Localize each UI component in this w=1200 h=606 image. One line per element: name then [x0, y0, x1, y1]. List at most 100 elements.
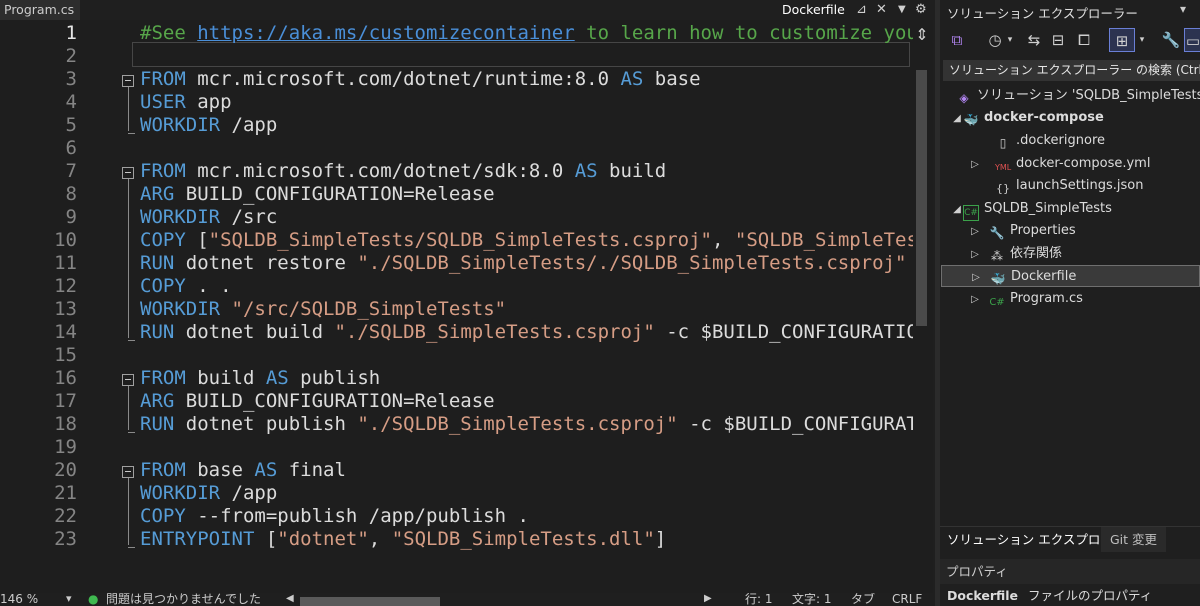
code-keyword: USER [140, 91, 186, 113]
code-text: build [185, 367, 266, 389]
collapsed-arrow-icon[interactable]: ▷ [970, 267, 982, 289]
fold-toggle-icon[interactable] [122, 167, 134, 179]
code-line: WORKDIR /app [140, 482, 277, 504]
chevron-down-icon[interactable]: ▾ [66, 593, 72, 606]
switch-view-icon[interactable]: ⧉ [946, 28, 968, 52]
code-line: USER app [140, 91, 232, 113]
close-icon[interactable]: ✕ [876, 0, 887, 20]
tab-program-cs[interactable]: Program.cs [0, 0, 81, 20]
code-text: ] [654, 528, 667, 550]
tree-label: Program.cs [1010, 291, 1083, 306]
fold-toggle-icon[interactable] [122, 466, 134, 478]
show-all-files-icon[interactable]: ⧠ [1073, 28, 1095, 52]
collapse-all-icon[interactable]: ⊟ [1047, 28, 1069, 52]
properties-item: Dockerfile [947, 588, 1019, 603]
tree-docker-compose[interactable]: ◢ 🐳 docker-compose [951, 107, 1104, 129]
scroll-right-icon[interactable]: ▶ [704, 593, 712, 606]
scroll-left-icon[interactable]: ◀ [286, 593, 294, 606]
code-text: [ [254, 528, 278, 550]
comment-link[interactable]: https://aka.ms/customizecontainer [197, 22, 575, 44]
tree-project[interactable]: ◢ C# SQLDB_SimpleTests [951, 198, 1112, 221]
code-keyword: COPY [140, 275, 186, 297]
chevron-down-icon[interactable]: ▾ [1136, 28, 1148, 52]
expanded-arrow-icon[interactable]: ◢ [951, 108, 963, 130]
issues-status[interactable]: 問題は見つかりませんでした [106, 593, 261, 606]
csharp-file-icon: C# [989, 297, 1005, 308]
code-keyword: FROM [140, 160, 186, 182]
code-line: WORKDIR "/src/SQLDB_SimpleTests" [140, 298, 506, 320]
solution-explorer-title: ソリューション エクスプローラー [947, 6, 1138, 21]
tree-label: Properties [1010, 223, 1076, 238]
tree-program-cs[interactable]: ▷ C# Program.cs [969, 288, 1083, 310]
eol-indicator[interactable]: CRLF [892, 593, 922, 606]
code-keyword: WORKDIR [140, 114, 221, 136]
line-number: 20 [54, 459, 77, 481]
properties-object[interactable]: Dockerfile ファイルのプロパティ [940, 585, 1200, 606]
tree-launchsettings[interactable]: {} launchSettings.json [995, 175, 1143, 197]
expanded-arrow-icon[interactable]: ◢ [951, 199, 963, 221]
code-text: -c $BUILD_CONFIGURATION [689, 413, 913, 435]
check-circle-icon: ● [88, 593, 99, 606]
column-indicator[interactable]: 文字: 1 [792, 593, 832, 606]
code-text: --from=publish /app/publish . [185, 505, 529, 527]
solution-icon: ◈ [959, 91, 969, 105]
comment-prefix: #See [140, 22, 198, 44]
tree-properties[interactable]: ▷ 🔧 Properties [969, 220, 1076, 242]
solution-search-input[interactable]: ソリューション エクスプローラー の検索 (Ctrl+;) [943, 60, 1200, 81]
chevron-down-icon[interactable]: ▼ [898, 0, 906, 20]
zoom-level[interactable]: 146 % [0, 593, 38, 606]
chevron-down-icon[interactable]: ▾ [1180, 2, 1186, 16]
code-line: WORKDIR /app [140, 114, 277, 136]
fold-toggle-icon[interactable] [122, 75, 134, 87]
code-editor[interactable]: 1 2 3 4 5 6 7 8 9 10 11 12 13 14 15 16 17 18 19 20 21 22 23 #S… [0, 20, 913, 593]
json-file-icon: {} [996, 182, 1010, 195]
line-number: 11 [54, 252, 77, 274]
code-keyword: AS [620, 68, 644, 90]
sync-icon[interactable]: ⇆ [1023, 28, 1045, 52]
line-number: 19 [54, 436, 77, 458]
line-number: 2 [65, 45, 77, 67]
properties-item-suffix: ファイルのプロパティ [1028, 588, 1153, 603]
collapsed-arrow-icon[interactable]: ▷ [969, 289, 981, 311]
code-line: COPY --from=publish /app/publish . [140, 505, 529, 527]
tree-dockerfile[interactable]: ▷ 🐳 Dockerfile [941, 265, 1200, 287]
tab-git-changes[interactable]: Git 変更 [1101, 527, 1167, 552]
tree-solution[interactable]: ◈ ソリューション 'SQLDB_SimpleTests' (2/2 [944, 85, 1200, 107]
code-line: ARG BUILD_CONFIGURATION=Release [140, 390, 495, 412]
code-text: BUILD_CONFIGURATION=Release [174, 390, 495, 412]
line-indicator[interactable]: 行: 1 [745, 593, 773, 606]
filter-icon[interactable]: ⊞ [1109, 28, 1135, 52]
tree-dependencies[interactable]: ▷ ⁂ 依存関係 [969, 243, 1062, 265]
split-editor-icon[interactable]: ⇕ [912, 25, 932, 44]
comment-suffix: to learn how to customize your de [586, 22, 913, 44]
code-string: "./SQLDB_SimpleTests.csproj" [334, 321, 655, 343]
pin-icon[interactable]: ⊿ [856, 0, 867, 20]
collapsed-arrow-icon[interactable]: ▷ [969, 221, 981, 243]
chevron-down-icon[interactable]: ▾ [1004, 28, 1016, 52]
code-string: "dotnet" [277, 528, 369, 550]
fold-toggle-icon[interactable] [122, 374, 134, 386]
tab-dockerfile[interactable]: Dockerfile [778, 0, 849, 20]
code-keyword: ENTRYPOINT [140, 528, 255, 550]
code-text: . . [185, 275, 232, 297]
wrench-icon[interactable]: 🔧 [1160, 28, 1182, 52]
tree-dockerignore[interactable]: ▯ .dockerignore [995, 130, 1105, 152]
collapsed-arrow-icon[interactable]: ▷ [969, 244, 981, 266]
code-line: RUN dotnet build "./SQLDB_SimpleTests.cs… [140, 321, 913, 343]
code-text: /src [220, 206, 278, 228]
gear-icon[interactable]: ⚙ [915, 0, 927, 20]
line-number: 5 [65, 114, 77, 136]
tab-indicator[interactable]: タブ [851, 593, 875, 606]
collapsed-arrow-icon[interactable]: ▷ [969, 154, 981, 176]
horizontal-scrollbar-thumb[interactable] [300, 597, 440, 606]
vertical-scrollbar-thumb[interactable] [916, 70, 927, 326]
code-string: "./SQLDB_SimpleTests.csproj" [357, 413, 678, 435]
tree-docker-compose-yml[interactable]: ▷ YML docker-compose.yml [969, 153, 1150, 175]
history-icon[interactable]: ◷ [984, 28, 1006, 52]
code-line: FROM mcr.microsoft.com/dotnet/sdk:8.0 AS… [140, 160, 666, 182]
code-keyword: WORKDIR [140, 482, 221, 504]
code-keyword: FROM [140, 459, 186, 481]
code-line: FROM build AS publish [140, 367, 380, 389]
preview-icon[interactable]: ▭ [1184, 28, 1200, 52]
code-text: build [597, 160, 667, 182]
